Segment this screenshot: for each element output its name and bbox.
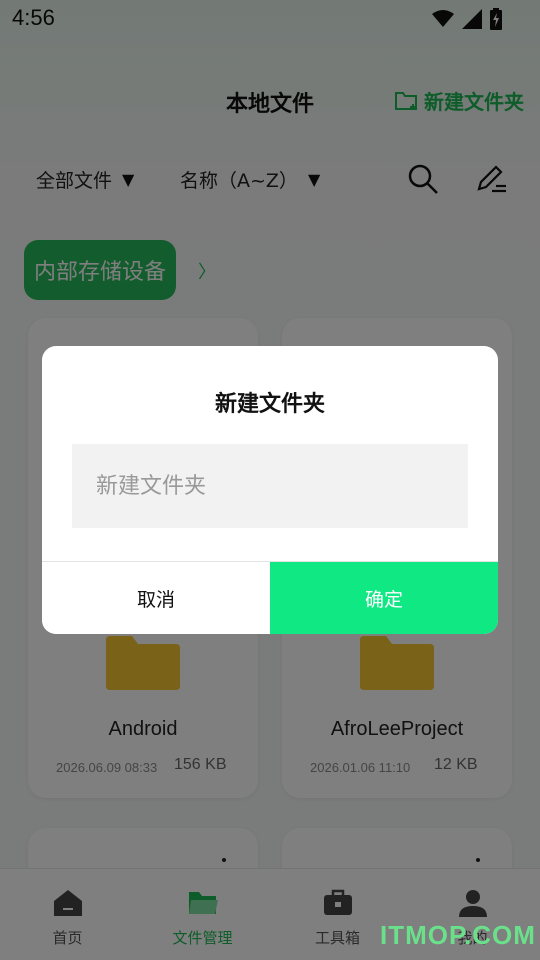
confirm-button[interactable]: 确定 (270, 562, 498, 634)
folder-name-input[interactable] (72, 444, 468, 528)
new-folder-dialog: 新建文件夹 取消 确定 (42, 346, 498, 634)
watermark: ITMOP.COM (380, 920, 536, 950)
dialog-title: 新建文件夹 (214, 392, 325, 417)
cancel-button[interactable]: 取消 (42, 562, 270, 634)
screen: 4:56 本地文件 新建文件夹 全部文件 ▼ 名称（A~Z） ▼ 内部存储设备 … (0, 0, 540, 960)
